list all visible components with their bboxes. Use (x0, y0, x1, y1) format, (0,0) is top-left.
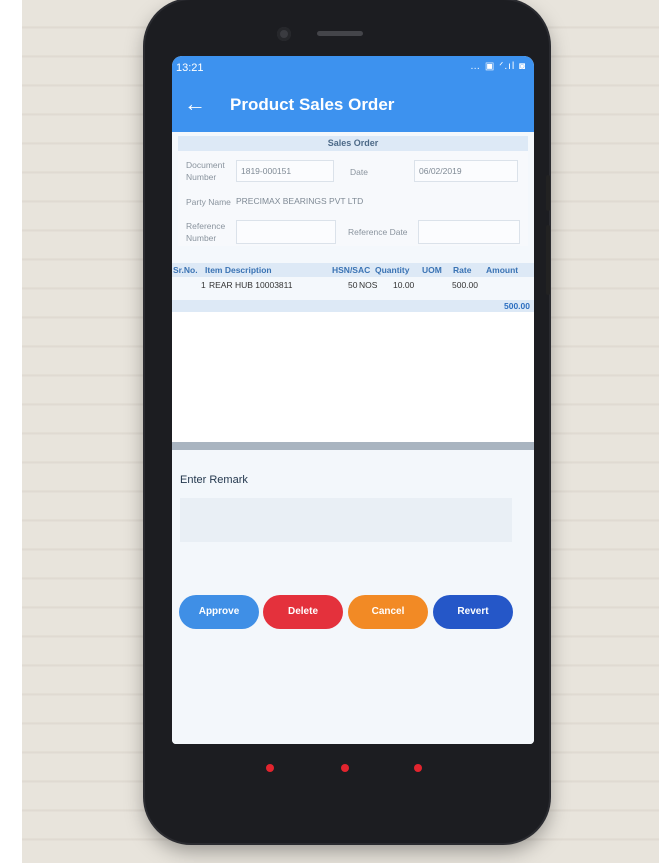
col-quantity: Quantity (375, 265, 410, 275)
front-camera (277, 27, 291, 41)
document-number-label-line1: Document (186, 160, 225, 170)
nav-back-icon[interactable] (414, 764, 422, 772)
status-bar: 13:21 … ▣ ᐟ.ıl ◙ (172, 56, 534, 80)
revert-button[interactable]: Revert (433, 595, 513, 629)
party-name-value[interactable]: PRECIMAX BEARINGS PVT LTD (236, 196, 363, 206)
cancel-button[interactable]: Cancel (348, 595, 428, 629)
table-row[interactable]: 1 REAR HUB 10003811 50 NOS 10.00 500.00 (172, 278, 534, 292)
col-amount: Amount (486, 265, 519, 275)
party-name-label: Party Name (186, 197, 231, 207)
cell-quantity: 50 (348, 280, 358, 290)
reference-number-label-line1: Reference (186, 221, 226, 231)
phone-side-button (546, 175, 550, 211)
cell-uom: NOS (359, 280, 378, 290)
table-empty-area (172, 312, 534, 442)
remark-label: Enter Remark (180, 474, 248, 486)
document-number-field[interactable]: 1819-000151 (236, 160, 334, 182)
date-label: Date (350, 167, 368, 177)
col-srno: Sr.No. (173, 265, 198, 275)
nav-menu-icon[interactable] (266, 764, 274, 772)
delete-button[interactable]: Delete (263, 595, 343, 629)
app-bar: ← Product Sales Order (172, 80, 534, 132)
phone-screen: 13:21 … ▣ ᐟ.ıl ◙ ← Product Sales Order S… (172, 56, 534, 744)
sales-order-form: Sales Order Document Number 1819-000151 … (178, 136, 528, 246)
cell-item: REAR HUB 10003811 (209, 280, 293, 290)
col-uom: UOM (422, 265, 442, 275)
reference-number-field[interactable] (236, 220, 336, 244)
document-number-label: Document Number (186, 159, 225, 183)
section-title: Sales Order (178, 136, 528, 151)
cell-rate: 10.00 (393, 280, 415, 290)
document-number-label-line2: Number (186, 172, 217, 182)
reference-date-field[interactable] (418, 220, 520, 244)
date-field[interactable]: 06/02/2019 (414, 160, 518, 182)
section-divider (172, 442, 534, 450)
earpiece-speaker (317, 31, 363, 36)
reference-number-label-line2: Number (186, 233, 217, 243)
col-item-description: Item Description (205, 265, 272, 275)
table-header: Sr.No. Item Description HSN/SAC Quantity… (172, 263, 534, 277)
phone-side-button (546, 225, 550, 295)
remark-input[interactable] (180, 498, 512, 542)
total-row: 500.00 (172, 300, 534, 312)
reference-number-label: Reference Number (186, 220, 225, 244)
cell-amount: 500.00 (452, 280, 478, 290)
col-hsn-sac: HSN/SAC (332, 265, 371, 275)
col-rate: Rate (453, 265, 472, 275)
back-arrow-icon[interactable]: ← (184, 92, 206, 116)
approve-button[interactable]: Approve (179, 595, 259, 629)
total-amount: 500.00 (504, 301, 530, 311)
nav-home-icon[interactable] (341, 764, 349, 772)
status-time: 13:21 (176, 62, 204, 74)
status-icons: … ▣ ᐟ.ıl ◙ (470, 61, 526, 72)
cell-srno: 1 (201, 280, 206, 290)
page-title: Product Sales Order (230, 95, 395, 114)
reference-date-label: Reference Date (348, 227, 408, 237)
